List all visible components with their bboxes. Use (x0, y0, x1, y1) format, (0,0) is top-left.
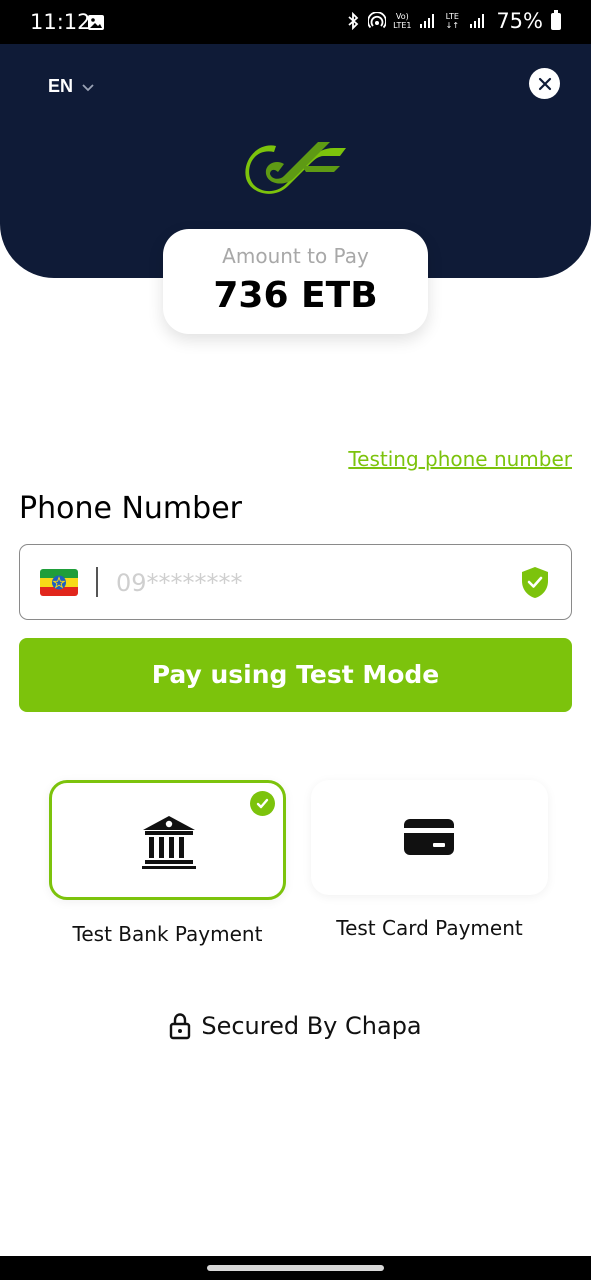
volte-label: Vo) (395, 12, 409, 21)
bank-payment-option[interactable] (49, 780, 286, 900)
signal-icon-2 (470, 14, 485, 28)
home-indicator[interactable] (207, 1265, 384, 1271)
bluetooth-icon (348, 12, 359, 30)
shield-check-icon (522, 567, 548, 598)
hotspot-icon (368, 12, 387, 29)
navigation-bar (0, 1256, 591, 1280)
chevron-down-icon (82, 83, 94, 91)
gallery-icon (88, 15, 104, 30)
status-icons: Vo) LTE1 LTE ↓↑ 75% (344, 9, 561, 33)
testing-phone-number-link[interactable]: Testing phone number (348, 447, 572, 471)
pay-button[interactable]: Pay using Test Mode (19, 638, 572, 712)
amount-label: Amount to Pay (222, 244, 369, 268)
phone-number-field[interactable] (19, 544, 572, 620)
card-payment-label: Test Card Payment (336, 916, 523, 940)
language-label: EN (48, 76, 74, 96)
secured-by-footer: Secured By Chapa (0, 1012, 591, 1040)
phone-number-label: Phone Number (19, 491, 242, 526)
volte-indicator: Vo) LTE1 (392, 12, 412, 30)
language-selector[interactable]: EN (48, 76, 95, 97)
ethiopia-flag-icon (40, 569, 78, 596)
lte-label: LTE (445, 12, 459, 21)
lte-indicator: LTE ↓↑ (442, 12, 462, 30)
battery-percent: 75% (496, 9, 543, 33)
lock-icon (170, 1013, 191, 1040)
lte1-label: LTE1 (393, 21, 412, 30)
status-bar: 11:12 Vo) LTE1 LTE ↓↑ 75% (0, 0, 591, 44)
amount-card: Amount to Pay 736 ETB (163, 229, 428, 334)
close-button[interactable] (529, 68, 560, 99)
secured-by-text: Secured By Chapa (201, 1012, 422, 1040)
card-payment-option[interactable] (311, 780, 548, 895)
credit-card-icon (404, 819, 454, 855)
signal-icon (420, 14, 435, 28)
bank-payment-label: Test Bank Payment (72, 922, 263, 946)
battery-icon (551, 9, 561, 30)
data-arrows-icon: ↓↑ (445, 21, 460, 30)
status-time: 11:12 (30, 10, 91, 34)
bank-icon (142, 816, 196, 869)
amount-value: 736 ETB (213, 275, 378, 316)
selected-check-icon (250, 791, 275, 816)
field-divider (96, 567, 98, 597)
chapa-logo (245, 142, 346, 194)
close-icon (538, 77, 551, 90)
phone-number-input[interactable] (116, 563, 496, 603)
